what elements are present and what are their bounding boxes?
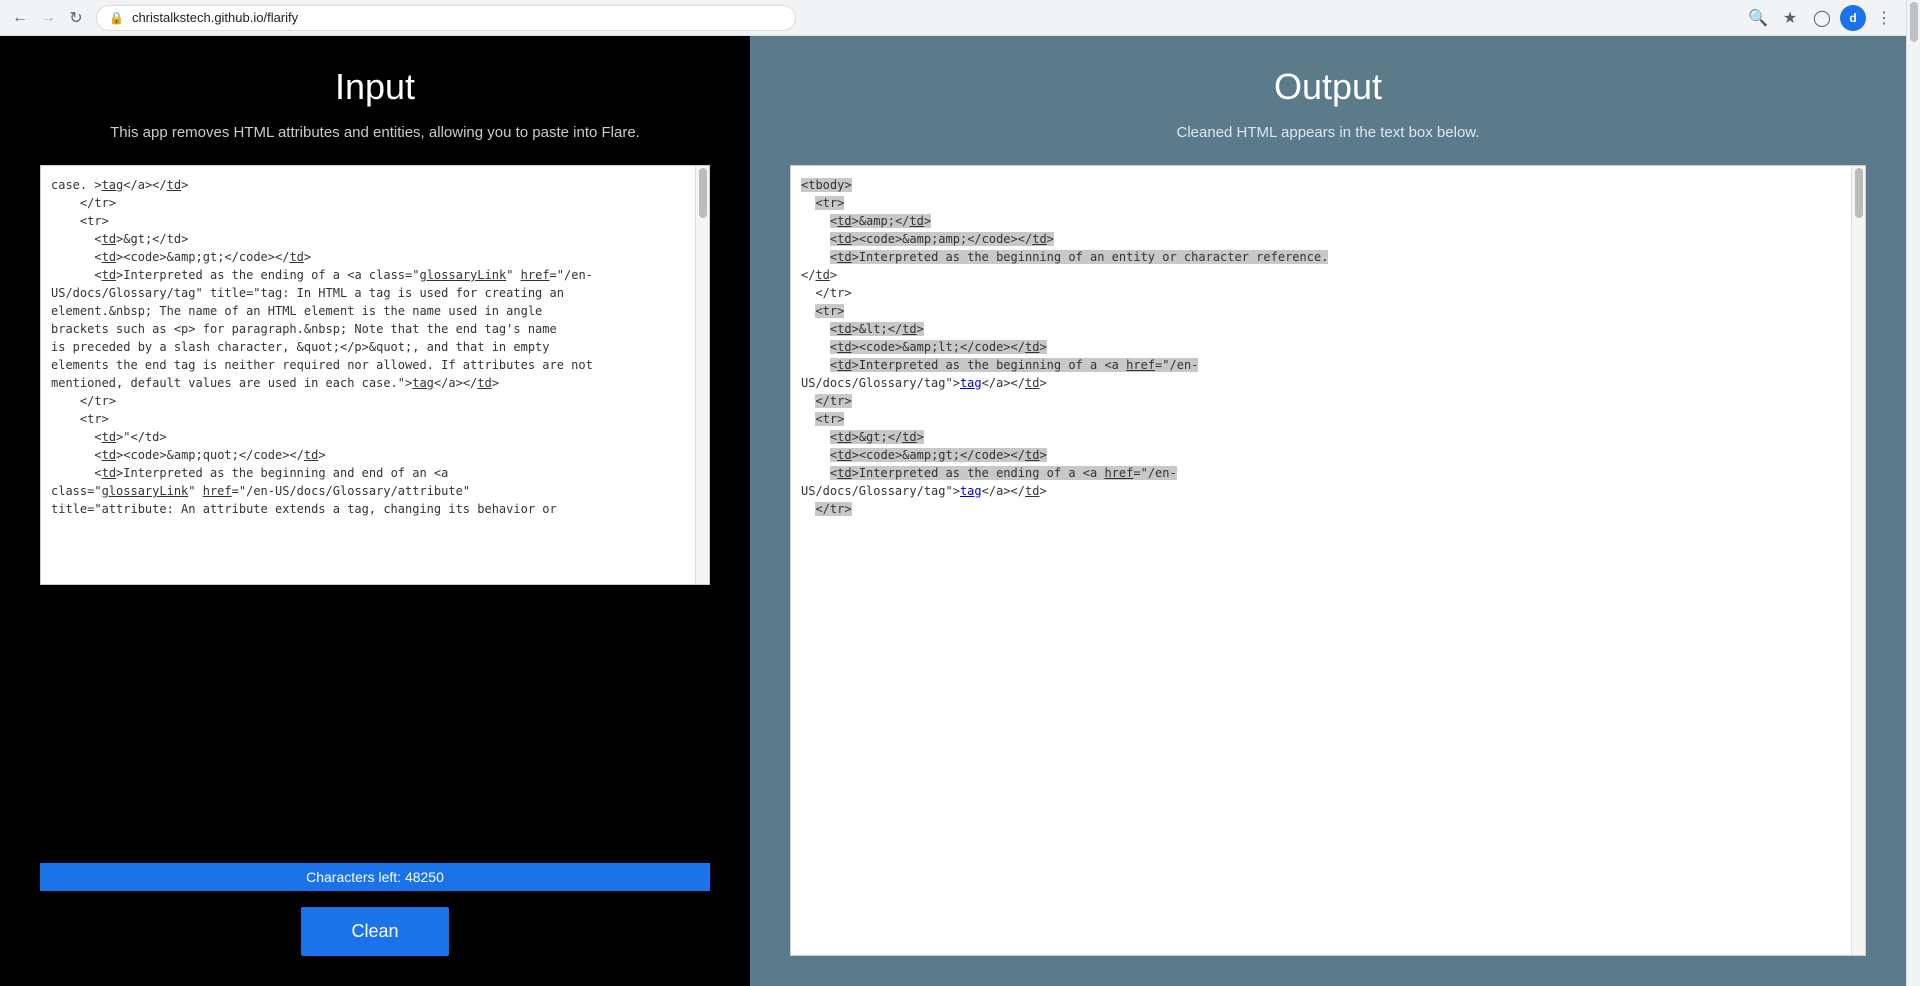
reload-button[interactable]: ↻ bbox=[64, 6, 88, 30]
char-counter: Characters left: 48250 bbox=[40, 863, 710, 891]
page-scroll-thumb bbox=[1910, 2, 1918, 42]
url-text: christalkstech.github.io/flarify bbox=[132, 10, 298, 25]
browser-nav-buttons: ← → ↻ bbox=[8, 6, 88, 30]
zoom-button[interactable]: 🔍 bbox=[1744, 4, 1772, 32]
output-content-box: <tbody> <tr> <td>&amp;</td> <td><code>&a… bbox=[790, 165, 1866, 956]
right-panel: Output Cleaned HTML appears in the text … bbox=[750, 36, 1906, 986]
input-textarea-container: case. >tag</a></td> </tr> <tr> <td>&gt;<… bbox=[40, 165, 710, 891]
left-panel: Input This app removes HTML attributes a… bbox=[0, 36, 750, 986]
menu-button[interactable]: ⋮ bbox=[1870, 4, 1898, 32]
input-content: case. >tag</a></td> </tr> <tr> <td>&gt;<… bbox=[51, 176, 699, 518]
input-textarea-wrapper: case. >tag</a></td> </tr> <tr> <td>&gt;<… bbox=[40, 165, 710, 585]
input-scroll-thumb bbox=[699, 168, 707, 218]
back-button[interactable]: ← bbox=[8, 6, 32, 30]
clean-button[interactable]: Clean bbox=[301, 907, 448, 956]
input-textarea-inner: case. >tag</a></td> </tr> <tr> <td>&gt;<… bbox=[40, 165, 710, 863]
page-container: Input This app removes HTML attributes a… bbox=[0, 36, 1906, 986]
address-bar[interactable]: 🔒 christalkstech.github.io/flarify bbox=[96, 5, 796, 31]
output-textarea-wrapper: <tbody> <tr> <td>&amp;</td> <td><code>&a… bbox=[790, 165, 1866, 956]
input-scrollbar[interactable] bbox=[695, 166, 709, 584]
lock-icon: 🔒 bbox=[109, 11, 124, 25]
output-scroll-thumb bbox=[1855, 168, 1863, 218]
clean-btn-wrapper: Clean bbox=[40, 891, 710, 956]
forward-button[interactable]: → bbox=[36, 6, 60, 30]
output-scrollbar[interactable] bbox=[1851, 166, 1865, 955]
browser-chrome: ← → ↻ 🔒 christalkstech.github.io/flarify… bbox=[0, 0, 1906, 36]
account-button[interactable]: ◯ bbox=[1808, 4, 1836, 32]
input-title: Input bbox=[40, 66, 710, 108]
output-content: <tbody> <tr> <td>&amp;</td> <td><code>&a… bbox=[801, 176, 1855, 518]
browser-actions: 🔍 ★ ◯ d ⋮ bbox=[1744, 4, 1898, 32]
input-description: This app removes HTML attributes and ent… bbox=[40, 124, 710, 141]
page-scrollbar[interactable] bbox=[1906, 0, 1920, 986]
bookmark-button[interactable]: ★ bbox=[1776, 4, 1804, 32]
output-title: Output bbox=[790, 66, 1866, 108]
output-description: Cleaned HTML appears in the text box bel… bbox=[790, 124, 1866, 141]
user-avatar[interactable]: d bbox=[1840, 5, 1866, 31]
